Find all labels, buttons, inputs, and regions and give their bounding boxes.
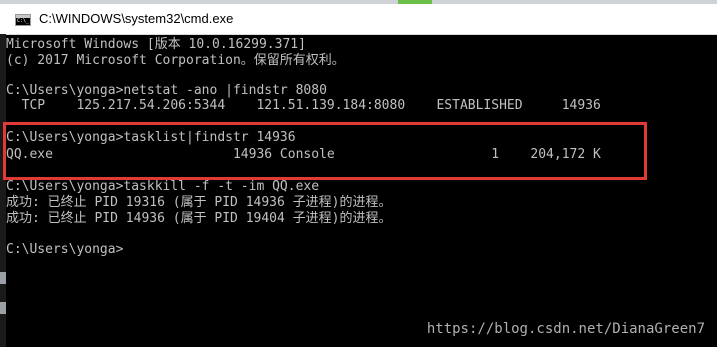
window-title: C:\WINDOWS\system32\cmd.exe	[39, 11, 234, 26]
console-line: 成功: 已终止 PID 14936 (属于 PID 19404 子进程)的进程。	[6, 211, 392, 226]
console-output[interactable]: Microsoft Windows [版本 10.0.16299.371] (c…	[6, 35, 717, 347]
console-line: 成功: 已终止 PID 19316 (属于 PID 14936 子进程)的进程。	[6, 195, 392, 210]
window-titlebar[interactable]: C:\WINDOWS\system32\cmd.exe	[0, 4, 717, 35]
console-line: C:\Users\yonga>netstat -ano |findstr 808…	[6, 83, 327, 98]
console-line: (c) 2017 Microsoft Corporation。保留所有权利。	[6, 53, 345, 68]
highlight-box	[3, 122, 647, 180]
console-line: TCP 125.217.54.206:5344 121.51.139.184:8…	[6, 98, 601, 113]
console-line: Microsoft Windows [版本 10.0.16299.371]	[6, 37, 306, 52]
cmd-icon	[15, 14, 31, 26]
watermark: https://blog.csdn.net/DianaGreen7	[426, 321, 705, 337]
console-line: C:\Users\yonga>taskkill -f -t -im QQ.exe	[6, 179, 320, 194]
console-line: C:\Users\yonga>	[6, 242, 124, 257]
